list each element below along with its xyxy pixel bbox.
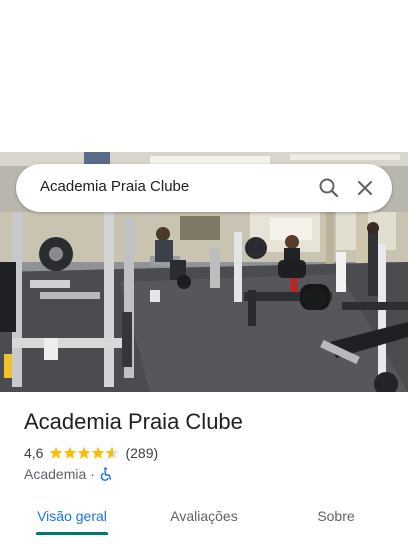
search-query-text[interactable]: Academia Praia Clube xyxy=(40,178,189,195)
tab-about[interactable]: Sobre xyxy=(296,496,376,536)
star-icon xyxy=(50,446,119,459)
review-count[interactable]: (289) xyxy=(125,445,158,461)
blank-top-area xyxy=(0,0,408,152)
active-tab-indicator xyxy=(36,532,108,535)
category-row: Academia · xyxy=(24,465,113,483)
separator-dot: · xyxy=(90,466,95,482)
rating-row[interactable]: 4,6 (289) xyxy=(24,444,158,462)
tab-reviews[interactable]: Avaliações xyxy=(152,496,256,536)
rating-value: 4,6 xyxy=(24,445,44,461)
place-category: Academia xyxy=(24,466,87,482)
place-info-panel: Academia Praia Clube 4,6 (289) Academia … xyxy=(0,392,408,544)
tab-overview[interactable]: Visão geral xyxy=(24,496,120,536)
place-tabs: Visão geral Avaliações Sobre xyxy=(0,496,408,536)
wheelchair-icon xyxy=(99,467,113,481)
place-title: Academia Praia Clube xyxy=(24,409,243,434)
search-icon[interactable] xyxy=(317,176,341,200)
star-rating xyxy=(49,446,119,460)
search-bar[interactable]: Academia Praia Clube xyxy=(16,164,392,212)
close-icon[interactable] xyxy=(353,176,377,200)
